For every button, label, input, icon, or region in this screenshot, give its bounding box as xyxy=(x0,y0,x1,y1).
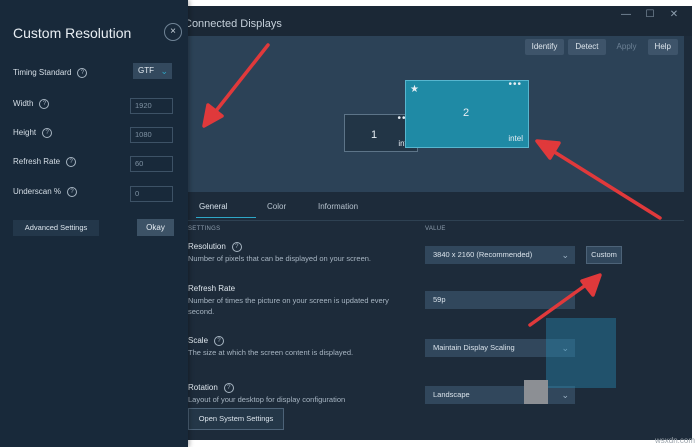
close-icon[interactable]: × xyxy=(164,23,182,41)
tab-general[interactable]: General xyxy=(199,202,227,211)
rotation-description: Layout of your desktop for display confi… xyxy=(188,395,346,404)
info-icon[interactable]: ? xyxy=(223,383,234,393)
title-bar: Connected Displays — ☐ ✕ xyxy=(172,6,692,36)
screenshot-root: Connected Displays — ☐ ✕ Identify Detect… xyxy=(0,0,699,447)
display-toolbar: Identify Detect Apply Help xyxy=(524,39,678,55)
rotation-dropdown[interactable]: Landscape ⌄ xyxy=(425,386,575,404)
info-icon[interactable]: ? xyxy=(42,128,53,138)
detect-button[interactable]: Detect xyxy=(568,39,606,55)
advanced-settings-button[interactable]: Advanced Settings xyxy=(13,220,99,236)
divider xyxy=(184,220,684,221)
monitor-brand: intel xyxy=(508,134,523,143)
overlay-artifact xyxy=(524,380,548,404)
identify-button[interactable]: Identify xyxy=(524,39,565,55)
info-icon[interactable]: ? xyxy=(77,68,88,78)
help-button[interactable]: Help xyxy=(647,39,678,55)
custom-resolution-panel: Custom Resolution × Timing Standard? GTF… xyxy=(0,0,188,447)
tab-color[interactable]: Color xyxy=(267,202,286,211)
refresh-rate-field[interactable]: 59p xyxy=(425,291,575,309)
apply-button[interactable]: Apply xyxy=(610,39,644,55)
connected-displays-window: Connected Displays — ☐ ✕ Identify Detect… xyxy=(172,6,692,440)
refresh-rate-label: Refresh Rate? xyxy=(13,157,77,167)
info-icon[interactable]: ? xyxy=(67,187,78,197)
more-options-icon[interactable]: ••• xyxy=(508,79,522,90)
panel-title: Custom Resolution xyxy=(13,25,132,41)
refresh-rate-label: Refresh Rate xyxy=(188,284,236,293)
timing-standard-dropdown[interactable]: GTF ⌄ xyxy=(133,63,172,79)
chevron-down-icon: ⌄ xyxy=(561,390,569,400)
info-icon[interactable]: ? xyxy=(66,157,77,167)
resolution-dropdown[interactable]: 3840 x 2160 (Recommended) ⌄ xyxy=(425,246,575,264)
settings-column-header: SETTINGS xyxy=(188,226,221,232)
display-arrangement-area: Identify Detect Apply Help ••• 1 intel ★… xyxy=(184,36,684,192)
info-icon[interactable]: ? xyxy=(39,99,50,109)
monitor-number: 2 xyxy=(463,107,470,119)
timing-standard-label: Timing Standard? xyxy=(13,68,88,78)
resolution-label: Resolution? xyxy=(188,242,242,252)
window-title: Connected Displays xyxy=(184,18,282,30)
refresh-rate-input[interactable]: 60 xyxy=(130,156,173,172)
chevron-down-icon: ⌄ xyxy=(561,250,569,260)
resolution-description: Number of pixels that can be displayed o… xyxy=(188,254,372,263)
settings-tabs: General Color Information xyxy=(184,196,684,222)
underscan-input[interactable]: 0 xyxy=(130,186,173,202)
info-icon[interactable]: ? xyxy=(231,242,242,252)
watermark: wsxdn.com xyxy=(654,436,695,445)
monitor-2-tile[interactable]: ★ ••• 2 intel xyxy=(405,79,529,148)
width-input[interactable]: 1920 xyxy=(130,98,173,114)
open-system-settings-button[interactable]: Open System Settings xyxy=(188,408,284,430)
primary-star-icon: ★ xyxy=(410,84,419,95)
active-tab-indicator xyxy=(196,217,256,218)
height-input[interactable]: 1080 xyxy=(130,127,173,143)
height-label: Height? xyxy=(13,128,53,138)
window-controls: — ☐ ✕ xyxy=(616,8,684,22)
info-icon[interactable]: ? xyxy=(214,336,225,346)
scale-description: The size at which the screen content is … xyxy=(188,348,354,357)
tab-information[interactable]: Information xyxy=(318,202,358,211)
custom-resolution-button[interactable]: Custom xyxy=(586,246,622,264)
underscan-label: Underscan %? xyxy=(13,187,78,197)
rotation-label: Rotation? xyxy=(188,383,234,393)
monitor-number: 1 xyxy=(371,129,378,141)
close-window-icon[interactable]: ✕ xyxy=(664,8,684,22)
minimize-icon[interactable]: — xyxy=(616,8,636,22)
okay-button[interactable]: Okay xyxy=(137,219,174,236)
chevron-down-icon: ⌄ xyxy=(160,66,168,76)
overlay-artifact xyxy=(546,318,616,388)
maximize-icon[interactable]: ☐ xyxy=(640,8,660,22)
value-column-header: VALUE xyxy=(425,226,446,232)
refresh-rate-description: Number of times the picture on your scre… xyxy=(188,296,389,316)
width-label: Width? xyxy=(13,99,50,109)
scale-label: Scale? xyxy=(188,336,225,346)
